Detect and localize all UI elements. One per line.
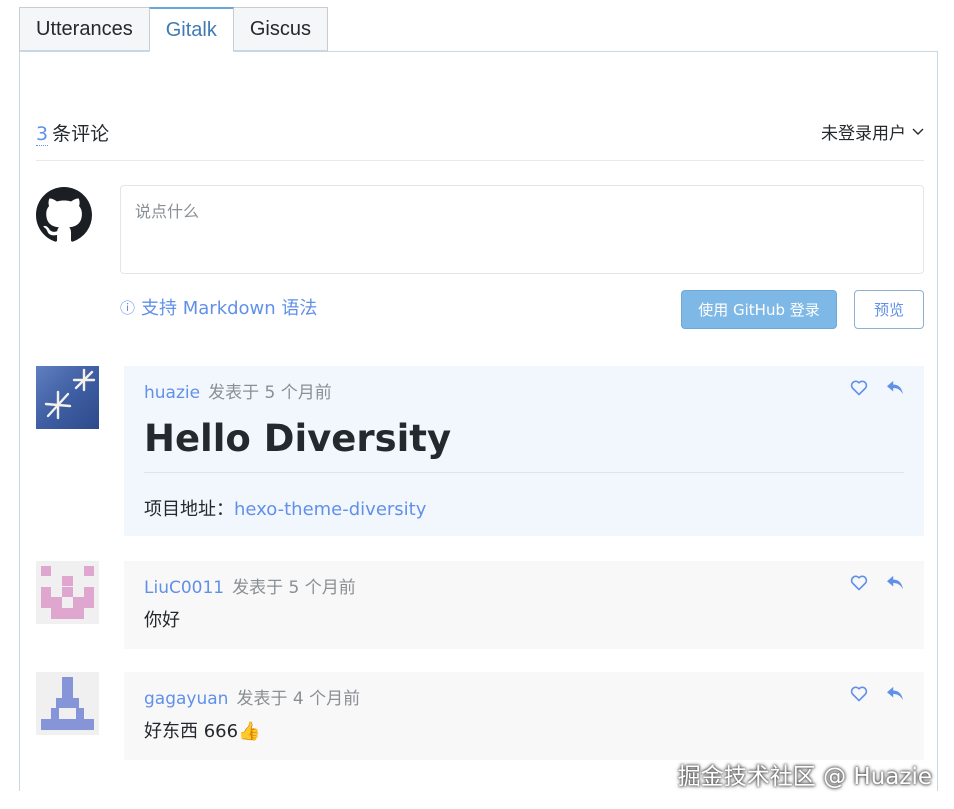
- comment-card: LiuC0011 发表于 5 个月前 你好: [124, 561, 924, 649]
- tab-giscus[interactable]: Giscus: [232, 7, 328, 51]
- user-menu-label: 未登录用户: [821, 124, 906, 144]
- comment-body-prefix: 项目地址：: [144, 499, 234, 520]
- comment-time: 发表于 4 个月前: [236, 689, 361, 709]
- comment-placeholder: 说点什么: [135, 202, 200, 221]
- user-menu[interactable]: 未登录用户: [821, 119, 924, 144]
- reply-arrow-icon[interactable]: [886, 686, 904, 702]
- avatar-gagayuan[interactable]: [36, 672, 99, 735]
- tab-gitalk[interactable]: Gitalk: [148, 7, 234, 52]
- chevron-down-icon: [912, 128, 924, 135]
- comment-heading: Hello Diversity: [144, 417, 904, 473]
- comment-count-number: 3: [36, 123, 49, 146]
- comment-time: 发表于 5 个月前: [232, 578, 356, 598]
- like-heart-icon[interactable]: [850, 380, 868, 396]
- comment-card: huazie 发表于 5 个月前 Hello Diversity 项目地址：hex…: [124, 366, 924, 536]
- markdown-help-link[interactable]: ⓘ 支持 Markdown 语法: [120, 294, 317, 320]
- watermark: 掘金技术社区 @ Huazie: [677, 764, 932, 790]
- info-icon: ⓘ: [120, 298, 136, 317]
- comment-meta: huazie 发表于 5 个月前: [144, 378, 904, 403]
- github-icon: [36, 187, 92, 242]
- comment-time: 发表于 5 个月前: [208, 383, 332, 403]
- tab-utterances[interactable]: Utterances: [19, 7, 150, 51]
- comment-body: 项目地址：hexo-theme-diversity: [144, 495, 904, 521]
- comment-count-label: 条评论: [52, 123, 110, 145]
- identicon-pink-image: [36, 561, 99, 624]
- comment-author-link[interactable]: LiuC0011: [144, 578, 224, 598]
- github-login-button[interactable]: 使用 GitHub 登录: [681, 290, 837, 329]
- comment-header: 3 条评论 未登录用户: [36, 114, 924, 161]
- project-link[interactable]: hexo-theme-diversity: [234, 499, 426, 520]
- avatar-liuc0011[interactable]: [36, 561, 99, 624]
- identicon-blue-image: [36, 672, 99, 735]
- comment-author-link[interactable]: gagayuan: [144, 689, 228, 709]
- comment-actions: [850, 575, 904, 591]
- comment-textarea[interactable]: 说点什么: [120, 185, 924, 274]
- tab-bar: Utterances Gitalk Giscus: [19, 7, 328, 52]
- comment-actions: [850, 686, 904, 702]
- like-heart-icon[interactable]: [850, 686, 868, 702]
- comment-body: 你好: [144, 610, 180, 631]
- avatar-huazie[interactable]: [36, 366, 99, 429]
- comment-author-link[interactable]: huazie: [144, 383, 200, 403]
- like-heart-icon[interactable]: [850, 575, 868, 591]
- comments-panel: 3 条评论 未登录用户 说点什么 ⓘ 支持 Markdown 语法 使用 GitH…: [19, 51, 938, 791]
- reply-arrow-icon[interactable]: [886, 575, 904, 591]
- comment-card: gagayuan 发表于 4 个月前 好东西 666👍: [124, 672, 924, 760]
- comment-meta: LiuC0011 发表于 5 个月前: [144, 573, 904, 598]
- comment-actions: [850, 380, 904, 396]
- reply-arrow-icon[interactable]: [886, 380, 904, 396]
- starfish-avatar-image: [36, 366, 99, 429]
- comment-meta: gagayuan 发表于 4 个月前: [144, 684, 904, 709]
- comment-body: 好东西 666👍: [144, 721, 261, 742]
- markdown-help-label: 支持 Markdown 语法: [141, 298, 318, 319]
- comment-count: 3 条评论: [36, 119, 109, 146]
- preview-button[interactable]: 预览: [854, 290, 924, 329]
